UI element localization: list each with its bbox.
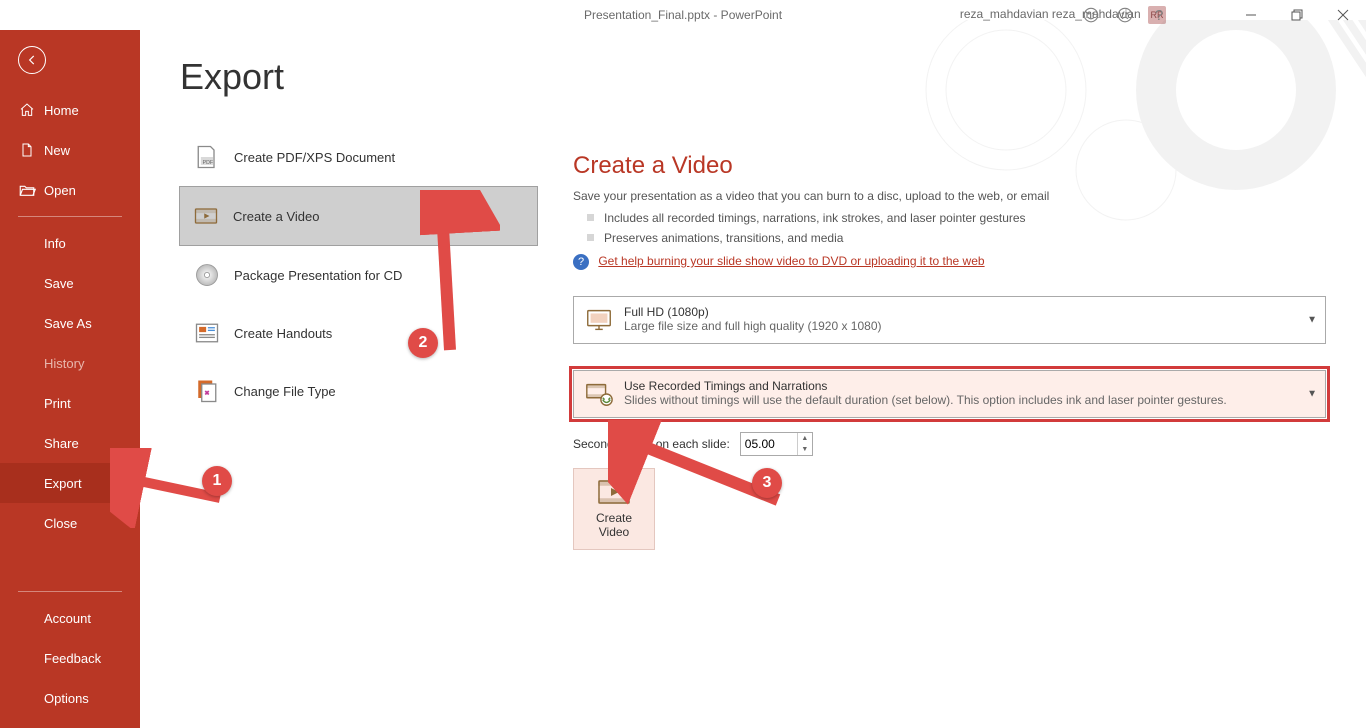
spinner-down-icon[interactable]: ▼	[798, 444, 812, 455]
seconds-label: Seconds spent on each slide:	[573, 437, 730, 451]
sidebar-item-account[interactable]: Account	[0, 598, 140, 638]
video-icon	[191, 201, 221, 231]
spinner-up-icon[interactable]: ▲	[798, 433, 812, 444]
create-video-label: Video	[599, 525, 629, 539]
panel-bullet: Preserves animations, transitions, and m…	[587, 228, 1326, 248]
sidebar-item-export[interactable]: Export	[0, 463, 140, 503]
sidebar-item-close[interactable]: Close	[0, 503, 140, 543]
sidebar-item-saveas[interactable]: Save As	[0, 303, 140, 343]
sidebar-item-feedback[interactable]: Feedback	[0, 638, 140, 678]
sidebar-item-label: Share	[44, 436, 79, 451]
pdf-icon: PDF	[192, 142, 222, 172]
sidebar-item-share[interactable]: Share	[0, 423, 140, 463]
sidebar-item-label: Save	[44, 276, 74, 291]
export-item-handouts[interactable]: Create Handouts	[180, 304, 538, 362]
backstage-content: Export PDF Create PDF/XPS Document Creat…	[140, 30, 1366, 728]
panel-description: Save your presentation as a video that y…	[573, 186, 1326, 206]
seconds-spinner[interactable]: ▲▼	[740, 432, 813, 456]
sidebar-item-options[interactable]: Options	[0, 678, 140, 718]
close-button[interactable]	[1320, 0, 1366, 30]
sidebar-item-open[interactable]: Open	[0, 170, 140, 210]
help-icon: ?	[573, 254, 589, 270]
seconds-input[interactable]	[741, 433, 797, 455]
home-icon	[18, 101, 36, 119]
dropdown-subtitle: Large file size and full high quality (1…	[624, 319, 882, 333]
sidebar-item-label: New	[44, 143, 70, 158]
back-button[interactable]	[0, 30, 140, 90]
backstage-sidebar: Home New Open Info Save Save As History …	[0, 30, 140, 728]
sidebar-item-label: Info	[44, 236, 66, 251]
dropdown-title: Use Recorded Timings and Narrations	[624, 379, 1227, 393]
sidebar-item-home[interactable]: Home	[0, 90, 140, 130]
document-title: Presentation_Final.pptx - PowerPoint	[584, 8, 782, 22]
export-item-label: Create PDF/XPS Document	[234, 150, 395, 165]
chevron-down-icon: ▼	[1307, 389, 1317, 400]
export-item-pdf[interactable]: PDF Create PDF/XPS Document	[180, 128, 538, 186]
sidebar-item-save[interactable]: Save	[0, 263, 140, 303]
panel-title: Create a Video	[573, 152, 1326, 180]
sidebar-item-label: Close	[44, 516, 77, 531]
sidebar-item-label: History	[44, 356, 84, 371]
create-video-icon	[597, 479, 631, 505]
chevron-down-icon: ▼	[1307, 315, 1317, 326]
help-row: ? Get help burning your slide show video…	[573, 254, 1326, 270]
export-item-label: Create Handouts	[234, 326, 332, 341]
export-item-label: Package Presentation for CD	[234, 268, 402, 283]
sidebar-item-label: Account	[44, 611, 91, 626]
sidebar-item-history[interactable]: History	[0, 343, 140, 383]
export-item-filetype[interactable]: Change File Type	[180, 362, 538, 420]
dropdown-title: Full HD (1080p)	[624, 305, 882, 319]
sidebar-item-label: Home	[44, 103, 79, 118]
new-icon	[18, 141, 36, 159]
sidebar-item-label: Export	[44, 476, 82, 491]
open-icon	[18, 181, 36, 199]
create-video-button[interactable]: Create Video	[573, 468, 655, 550]
sidebar-item-label: Open	[44, 183, 76, 198]
dropdown-subtitle: Slides without timings will use the defa…	[624, 393, 1227, 407]
handouts-icon	[192, 318, 222, 348]
export-item-video[interactable]: Create a Video	[179, 186, 538, 246]
cd-icon	[192, 260, 222, 290]
minimize-button[interactable]	[1228, 0, 1274, 30]
feedback-frown-icon[interactable]	[1108, 0, 1142, 30]
export-item-cd[interactable]: Package Presentation for CD	[180, 246, 538, 304]
export-item-label: Change File Type	[234, 384, 336, 399]
sidebar-item-new[interactable]: New	[0, 130, 140, 170]
timings-icon	[584, 379, 614, 409]
video-quality-dropdown[interactable]: Full HD (1080p) Large file size and full…	[573, 296, 1326, 344]
svg-text:PDF: PDF	[203, 160, 214, 166]
panel-bullet: Includes all recorded timings, narration…	[587, 208, 1326, 228]
monitor-icon	[584, 305, 614, 335]
sidebar-item-label: Feedback	[44, 651, 101, 666]
sidebar-item-label: Options	[44, 691, 89, 706]
page-title: Export	[180, 56, 538, 98]
export-item-label: Create a Video	[233, 209, 320, 224]
filetype-icon	[192, 376, 222, 406]
timings-dropdown[interactable]: Use Recorded Timings and Narrations Slid…	[573, 370, 1326, 418]
sidebar-item-print[interactable]: Print	[0, 383, 140, 423]
help-icon[interactable]: ?	[1142, 0, 1176, 30]
create-video-label: Create	[596, 511, 632, 525]
restore-button[interactable]	[1274, 0, 1320, 30]
feedback-smile-icon[interactable]	[1074, 0, 1108, 30]
sidebar-item-label: Print	[44, 396, 71, 411]
sidebar-item-info[interactable]: Info	[0, 223, 140, 263]
help-link[interactable]: Get help burning your slide show video t…	[598, 254, 984, 268]
title-bar: Presentation_Final.pptx - PowerPoint rez…	[0, 0, 1366, 30]
sidebar-item-label: Save As	[44, 316, 92, 331]
